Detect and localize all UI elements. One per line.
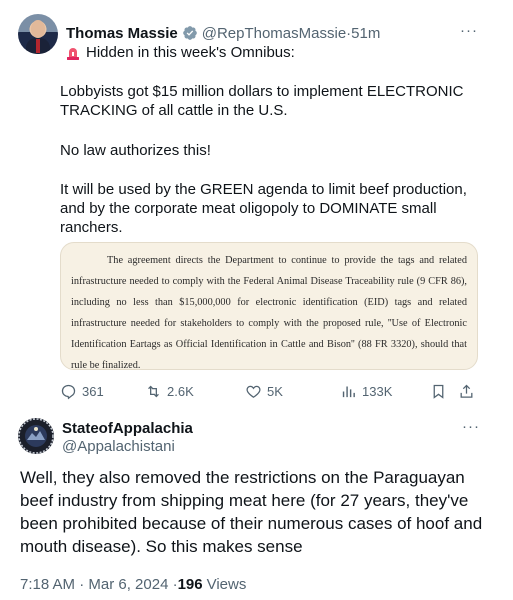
tweet-paragraph-3: It will be used by the GREEN agenda to l…: [60, 181, 467, 236]
reply-button[interactable]: 361: [60, 381, 104, 401]
views-button[interactable]: 133K: [340, 381, 392, 401]
tweet-paragraph-1: Lobbyists got $15 million dollars to imp…: [60, 83, 464, 119]
reply-author-handle[interactable]: @Appalachistani: [62, 438, 175, 455]
view-count: 133K: [362, 383, 393, 399]
reply-views-label: Views: [206, 576, 247, 593]
attached-document-image[interactable]: The agreement directs the Department to …: [60, 242, 478, 371]
reply-author-name[interactable]: StateofAppalachia: [62, 420, 193, 437]
reply-author-avatar[interactable]: [18, 418, 54, 454]
reply-timestamp[interactable]: 7:18 AM · Mar 6, 2024 ·: [20, 576, 178, 593]
author-handle[interactable]: @RepThomasMassie: [202, 25, 346, 42]
tweet-actions: 361 2.6K 5K 133K: [60, 381, 490, 401]
tweet-headline: Hidden in this week's Omnibus:: [66, 44, 295, 61]
share-icon: [460, 384, 473, 398]
tweet-time[interactable]: 51m: [351, 25, 380, 42]
like-button[interactable]: 5K: [245, 381, 283, 401]
document-text: The agreement directs the Department to …: [71, 255, 467, 371]
tweet-paragraph-2: No law authorizes this!: [60, 142, 211, 159]
repost-count: 2.6K: [167, 383, 194, 399]
more-icon[interactable]: ···: [460, 22, 478, 39]
views-icon: [342, 386, 355, 397]
reply-count: 361: [82, 383, 104, 399]
headline-text: Hidden in this week's Omnibus:: [86, 44, 295, 61]
author-name[interactable]: Thomas Massie: [66, 25, 178, 42]
reply-more-icon[interactable]: ···: [462, 418, 480, 435]
reply-view-count: 196: [177, 576, 203, 593]
siren-icon: [67, 47, 79, 60]
reply-meta: 7:18 AM · Mar 6, 2024 · 196 Views: [20, 576, 246, 593]
author-avatar[interactable]: [18, 14, 58, 54]
tweet-header: Thomas Massie @RepThomasMassie · 51m: [66, 24, 380, 42]
bookmark-icon: [433, 384, 444, 399]
reply-icon: [61, 384, 76, 399]
like-icon: [246, 385, 261, 398]
share-button[interactable]: [458, 381, 480, 401]
repost-icon: [148, 385, 159, 397]
repost-button[interactable]: 2.6K: [145, 381, 194, 401]
reply-text: Well, they also removed the restrictions…: [20, 468, 483, 556]
bookmark-button[interactable]: [430, 381, 452, 401]
verified-badge-icon: [182, 26, 197, 40]
state-seal-icon: [18, 418, 54, 454]
like-count: 5K: [267, 383, 283, 399]
